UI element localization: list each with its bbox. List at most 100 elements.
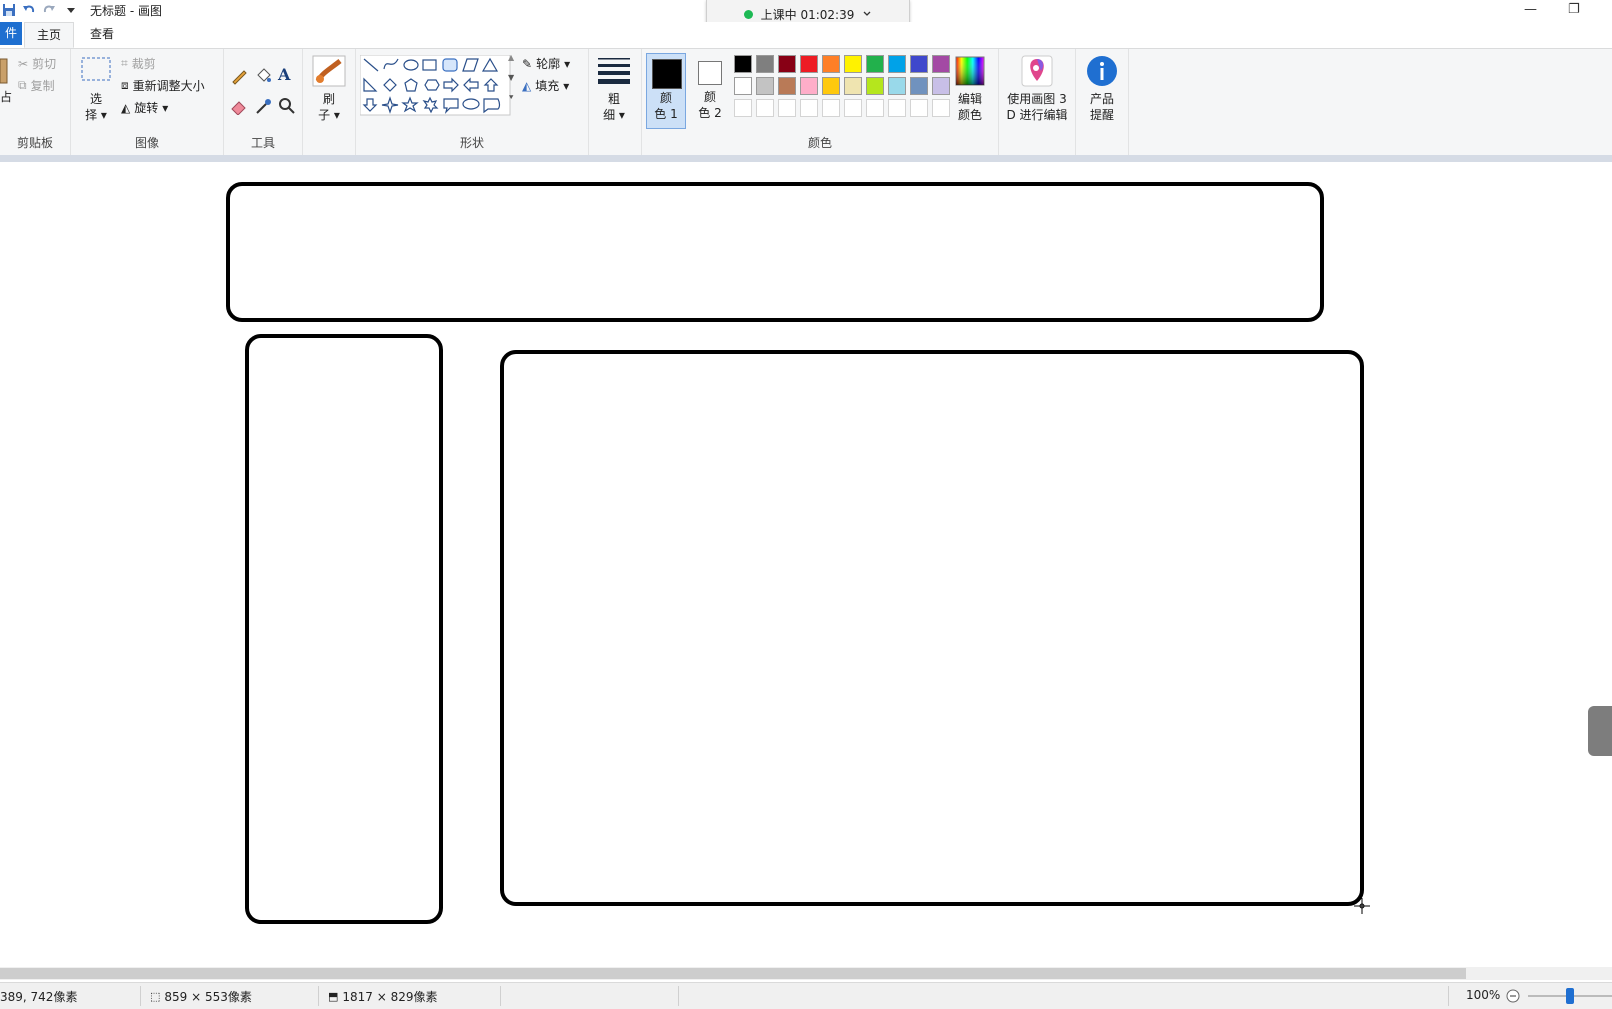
- side-panel-handle[interactable]: [1588, 706, 1612, 756]
- line-width-icon[interactable]: [597, 57, 631, 85]
- fill-button[interactable]: ◭ 填充 ▾: [522, 77, 569, 94]
- brush-icon[interactable]: [312, 55, 346, 87]
- fill-icon: ◭: [522, 78, 532, 93]
- info-icon[interactable]: [1086, 55, 1118, 87]
- rounded-rect-header[interactable]: [226, 182, 1324, 322]
- palette-swatch[interactable]: [844, 55, 862, 73]
- color2-button[interactable]: 颜色 2: [690, 53, 730, 129]
- palette-custom-slot[interactable]: [800, 99, 818, 117]
- palette-swatch[interactable]: [778, 55, 796, 73]
- tools-group-label: 工具: [250, 136, 275, 150]
- tab-view[interactable]: 查看: [78, 22, 126, 48]
- paint3d-button[interactable]: 使用画图 3D 进行编辑: [1001, 91, 1073, 123]
- rounded-rect-content[interactable]: [500, 350, 1364, 906]
- palette-custom-slot[interactable]: [756, 99, 774, 117]
- rounded-rect-sidebar[interactable]: [245, 334, 443, 924]
- palette-swatch[interactable]: [932, 55, 950, 73]
- minimize-icon[interactable]: —: [1524, 2, 1537, 17]
- brushes-group: 刷子 ▾: [303, 49, 356, 155]
- shapes-gallery[interactable]: [360, 55, 512, 117]
- drawing-canvas[interactable]: [0, 162, 1612, 967]
- colors-group-label: 颜色: [807, 136, 832, 150]
- paint3d-icon[interactable]: [1021, 55, 1053, 87]
- restore-icon[interactable]: ❐: [1568, 2, 1580, 17]
- crop-icon: ⌗: [121, 56, 128, 70]
- pencil-icon[interactable]: [230, 67, 248, 85]
- rotate-button[interactable]: ◭ 旋转 ▾: [121, 99, 168, 116]
- tab-home[interactable]: 主页: [24, 22, 75, 48]
- fill-bucket-icon[interactable]: [254, 67, 272, 85]
- palette-swatch[interactable]: [866, 55, 884, 73]
- palette-swatch[interactable]: [910, 55, 928, 73]
- zoom-out-icon[interactable]: [1506, 989, 1520, 1003]
- palette-swatch[interactable]: [756, 77, 774, 95]
- palette-swatch[interactable]: [778, 77, 796, 95]
- palette-swatch[interactable]: [888, 55, 906, 73]
- image-group: 选择 ▾ ⌗ 裁剪 ⧈ 重新调整大小 ◭ 旋转 ▾ 图像: [71, 49, 224, 155]
- palette-swatch[interactable]: [932, 77, 950, 95]
- color1-button[interactable]: 颜色 1: [646, 53, 686, 129]
- palette-swatch[interactable]: [822, 55, 840, 73]
- palette-custom-slot[interactable]: [778, 99, 796, 117]
- palette-custom-slot[interactable]: [910, 99, 928, 117]
- palette-custom-slot[interactable]: [734, 99, 752, 117]
- text-tool-icon[interactable]: A: [278, 65, 290, 84]
- selection-size: ⬚ 859 × 553像素: [150, 990, 252, 1004]
- select-button[interactable]: 选择 ▾: [81, 91, 111, 123]
- window-title: 无标题 - 画图: [90, 4, 162, 18]
- palette-swatch[interactable]: [910, 77, 928, 95]
- palette-swatch[interactable]: [734, 55, 752, 73]
- undo-icon[interactable]: [22, 3, 36, 17]
- crosshair-cursor-icon: [1354, 898, 1370, 914]
- palette-swatch[interactable]: [888, 77, 906, 95]
- palette-swatch[interactable]: [756, 55, 774, 73]
- timer-label: 上课中 01:02:39: [760, 7, 855, 22]
- color2-swatch: [698, 61, 722, 85]
- palette-custom-slot[interactable]: [844, 99, 862, 117]
- palette-swatch[interactable]: [734, 77, 752, 95]
- zoom-slider-thumb[interactable]: [1566, 988, 1574, 1004]
- palette-swatch[interactable]: [822, 77, 840, 95]
- tools-group: A 工具: [224, 49, 303, 155]
- paint3d-group: 使用画图 3D 进行编辑: [999, 49, 1076, 155]
- size-button[interactable]: 粗细 ▾: [597, 91, 631, 123]
- palette-custom-slot[interactable]: [932, 99, 950, 117]
- palette-swatch[interactable]: [866, 77, 884, 95]
- brushes-button[interactable]: 刷子 ▾: [313, 91, 345, 123]
- image-size: ⬒ 1817 × 829像素: [328, 990, 438, 1004]
- chevron-down-icon[interactable]: [862, 9, 872, 19]
- select-icon[interactable]: [81, 57, 111, 83]
- horizontal-scrollbar-thumb[interactable]: [0, 968, 1466, 979]
- ribbon-separator: [0, 155, 1612, 162]
- gallery-expand-icon[interactable]: ⯆: [508, 93, 514, 103]
- palette-swatch[interactable]: [800, 55, 818, 73]
- outline-button[interactable]: ✎ 轮廓 ▾: [522, 55, 570, 72]
- eraser-icon[interactable]: [230, 97, 248, 115]
- resize-button[interactable]: ⧈ 重新调整大小: [121, 77, 205, 94]
- palette-custom-slot[interactable]: [866, 99, 884, 117]
- crop-button[interactable]: ⌗ 裁剪: [121, 55, 156, 72]
- gallery-down-icon[interactable]: ▼: [508, 73, 514, 82]
- outline-icon: ✎: [522, 56, 533, 71]
- copy-button[interactable]: ⧉ 复制: [18, 77, 55, 94]
- paste-icon[interactable]: [0, 57, 8, 85]
- clipboard-group: 占 ✂ 剪切 ⧉ 复制 剪贴板: [0, 49, 71, 155]
- product-alert-button[interactable]: 产品 提醒: [1080, 91, 1124, 123]
- selection-icon: ⬚: [150, 990, 161, 1003]
- customize-quick-access-icon[interactable]: [64, 3, 78, 17]
- edit-colors-icon[interactable]: [955, 56, 985, 86]
- color-picker-icon[interactable]: [254, 97, 272, 115]
- palette-swatch[interactable]: [800, 77, 818, 95]
- palette-swatch[interactable]: [844, 77, 862, 95]
- palette-custom-slot[interactable]: [888, 99, 906, 117]
- edit-colors-button[interactable]: 编辑 颜色: [952, 91, 988, 123]
- gallery-up-icon[interactable]: ▲: [508, 53, 514, 62]
- tab-file[interactable]: 件: [0, 22, 22, 45]
- redo-icon[interactable]: [42, 3, 56, 17]
- image-group-label: 图像: [134, 136, 159, 150]
- palette-custom-slot[interactable]: [822, 99, 840, 117]
- save-icon[interactable]: [2, 3, 16, 17]
- cut-button[interactable]: ✂ 剪切: [18, 55, 56, 72]
- paste-label[interactable]: 占: [0, 89, 12, 105]
- magnifier-icon[interactable]: [278, 97, 296, 115]
